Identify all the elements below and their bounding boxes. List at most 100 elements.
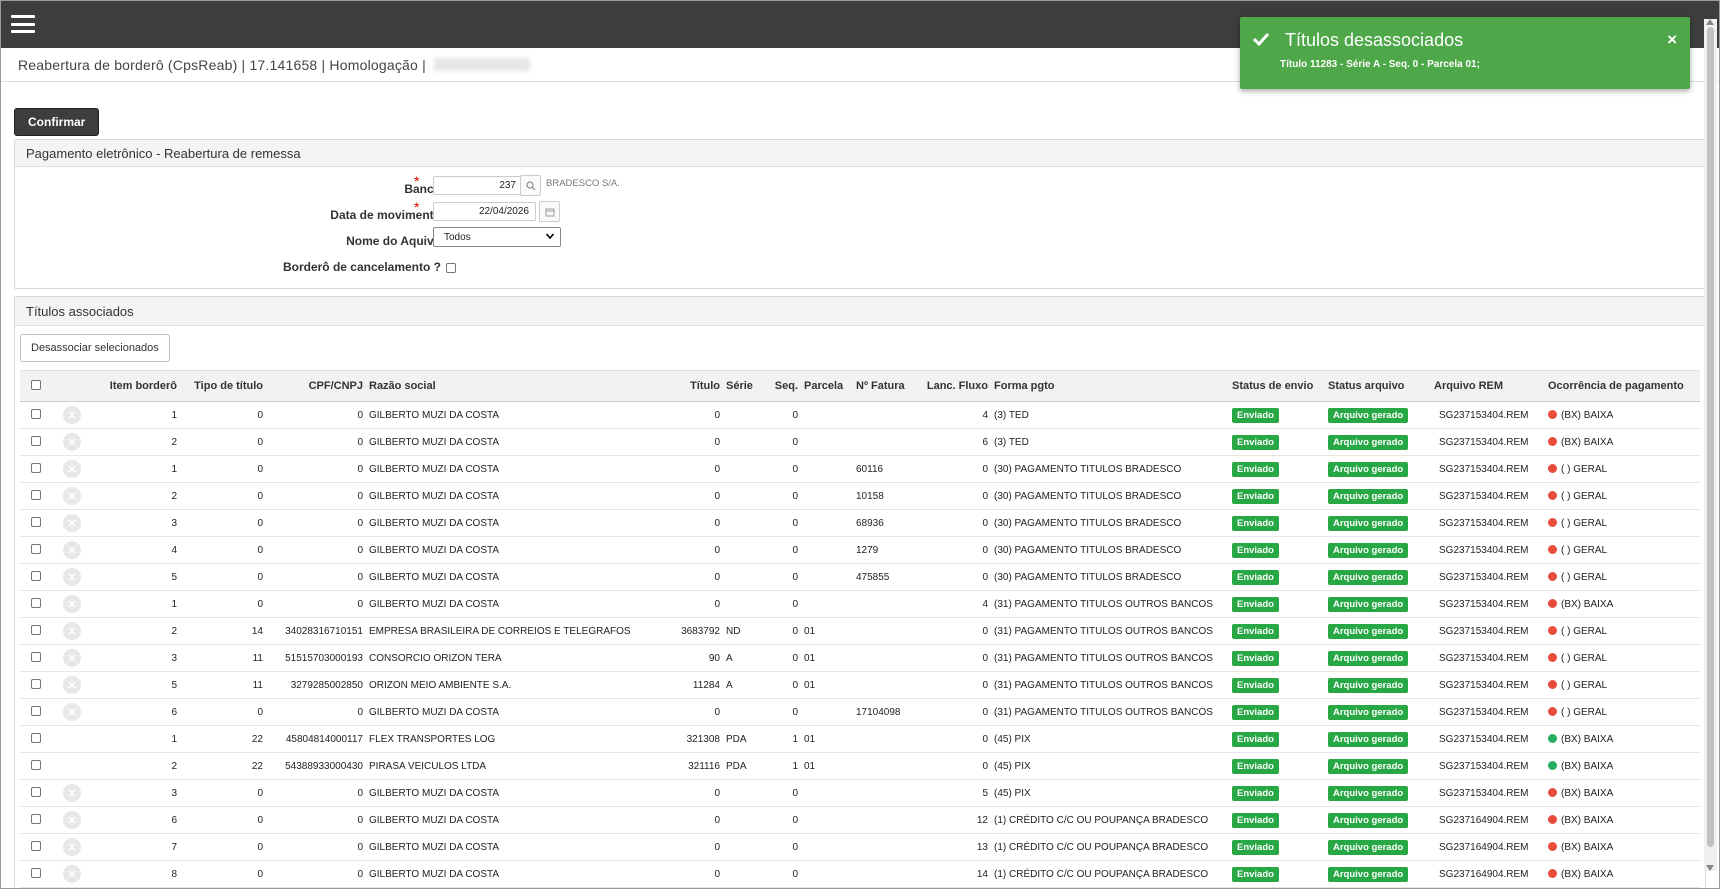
remove-icon[interactable]: ✕ <box>63 838 81 856</box>
row-checkbox[interactable] <box>31 624 41 635</box>
remove-icon[interactable]: ✕ <box>63 865 81 883</box>
table-row: ✕ 3 0 0 GILBERTO MUZI DA COSTA 0 0 5 (45) PIX Env… <box>20 779 1700 807</box>
calendar-icon[interactable] <box>539 201 560 222</box>
scroll-up-arrow-icon[interactable] <box>1706 19 1714 25</box>
cell-seq: 0 <box>765 779 801 807</box>
remove-icon[interactable]: ✕ <box>63 433 81 451</box>
cell-titulo: 321308 <box>657 725 723 753</box>
remove-icon[interactable]: ✕ <box>63 703 81 721</box>
column-header[interactable]: Forma pgto <box>991 370 1229 402</box>
row-checkbox[interactable] <box>31 408 41 419</box>
column-header[interactable]: Lanc. Fluxo <box>919 370 991 402</box>
remove-icon[interactable]: ✕ <box>63 487 81 505</box>
column-header[interactable]: Item borderô <box>88 370 180 402</box>
remove-icon[interactable]: ✕ <box>63 568 81 586</box>
confirm-button[interactable]: Confirmar <box>14 108 100 136</box>
remove-icon[interactable]: ✕ <box>63 649 81 667</box>
column-header[interactable]: Razão social <box>366 370 657 402</box>
status-badge: Enviado <box>1232 596 1279 612</box>
row-checkbox[interactable] <box>31 786 41 797</box>
row-checkbox[interactable] <box>31 759 41 770</box>
cell-tipo: 22 <box>180 752 266 780</box>
column-header[interactable]: Seq. <box>765 370 801 402</box>
row-checkbox[interactable] <box>31 489 41 500</box>
row-checkbox[interactable] <box>31 840 41 851</box>
row-checkbox[interactable] <box>31 435 41 446</box>
column-header[interactable]: Tipo de título <box>180 370 266 402</box>
remove-icon[interactable]: ✕ <box>63 595 81 613</box>
cell-arquivo: Arquivo gerado <box>1325 455 1431 483</box>
disassociate-button[interactable]: Desassociar selecionados <box>20 334 170 362</box>
cancel-checkbox[interactable] <box>446 263 456 273</box>
row-checkbox[interactable] <box>31 651 41 662</box>
cell-seq: 1 <box>765 725 801 753</box>
scroll-down-arrow-icon[interactable] <box>1706 865 1714 871</box>
remove-icon[interactable]: ✕ <box>63 622 81 640</box>
menu-icon[interactable] <box>11 15 35 33</box>
row-checkbox[interactable] <box>31 732 41 743</box>
remove-icon[interactable]: ✕ <box>63 811 81 829</box>
cell-cnpj: 34028316710151 <box>266 617 366 645</box>
remove-icon[interactable]: ✕ <box>63 676 81 694</box>
row-checkbox[interactable] <box>31 813 41 824</box>
cell-envio: Enviado <box>1229 482 1325 510</box>
app-window: Reabertura de borderô (CpsReab) | 17.141… <box>0 0 1720 889</box>
row-checkbox[interactable] <box>31 867 41 878</box>
cell-cnpj: 0 <box>266 455 366 483</box>
row-checkbox[interactable] <box>31 570 41 581</box>
cell-ocorr: (BX) BAIXA <box>1545 806 1700 834</box>
cell-tipo: 0 <box>180 860 266 888</box>
cell-item: 1 <box>88 590 180 618</box>
close-icon[interactable]: × <box>1667 30 1677 50</box>
table-row: ✕ 2 14 34028316710151 EMPRESA BRASILEIRA DE … <box>20 617 1700 645</box>
banco-input[interactable]: 237 <box>433 176 523 195</box>
data-input[interactable]: 22/04/2026 <box>433 202 536 221</box>
remove-icon[interactable]: ✕ <box>63 460 81 478</box>
row-checkbox[interactable] <box>31 705 41 716</box>
search-icon[interactable] <box>520 175 541 196</box>
ocorrencia-text: ( ) GERAL <box>1561 571 1608 583</box>
status-badge: Arquivo gerado <box>1328 839 1409 855</box>
cell-titulo: 0 <box>657 563 723 591</box>
remove-icon[interactable]: ✕ <box>63 541 81 559</box>
cell-tipo: 11 <box>180 671 266 699</box>
vertical-scrollbar[interactable] <box>1704 19 1717 871</box>
remove-icon[interactable]: ✕ <box>63 784 81 802</box>
cell-cnpj: 0 <box>266 779 366 807</box>
row-checkbox[interactable] <box>31 516 41 527</box>
cell-titulo: 3683792 <box>657 617 723 645</box>
cell-ocorr: (BX) BAIXA <box>1545 725 1700 753</box>
cell-seq: 0 <box>765 509 801 537</box>
select-all-checkbox[interactable] <box>31 379 41 390</box>
row-checkbox-cell <box>20 617 52 645</box>
remove-icon[interactable]: ✕ <box>63 514 81 532</box>
cell-envio: Enviado <box>1229 509 1325 537</box>
cell-item: 3 <box>88 779 180 807</box>
ocorrencia-text: (BX) BAIXA <box>1561 814 1614 826</box>
row-action-cell: ✕ <box>52 563 88 591</box>
row-checkbox[interactable] <box>31 678 41 689</box>
row-checkbox[interactable] <box>31 462 41 473</box>
column-header[interactable]: Série <box>723 370 765 402</box>
cell-razao: GILBERTO MUZI DA COSTA <box>366 698 657 726</box>
column-header[interactable]: Status arquivo <box>1325 370 1431 402</box>
cell-envio: Enviado <box>1229 806 1325 834</box>
cell-parcela <box>801 779 853 807</box>
column-header[interactable]: Arquivo REM <box>1431 370 1545 402</box>
arquivo-select[interactable]: Todos <box>433 227 561 247</box>
cell-arquivo: Arquivo gerado <box>1325 401 1431 429</box>
scrollbar-thumb[interactable] <box>1707 27 1714 847</box>
column-header[interactable]: Título <box>657 370 723 402</box>
cell-titulo: 0 <box>657 590 723 618</box>
row-action-cell <box>52 725 88 753</box>
row-checkbox[interactable] <box>31 597 41 608</box>
remove-icon[interactable]: ✕ <box>63 406 81 424</box>
column-header[interactable]: CPF/CNPJ <box>266 370 366 402</box>
column-header[interactable]: Status de envio <box>1229 370 1325 402</box>
column-header[interactable]: Ocorrência de pagamento <box>1545 370 1700 402</box>
status-badge: Arquivo gerado <box>1328 812 1409 828</box>
column-header[interactable]: Parcela <box>801 370 853 402</box>
column-header[interactable]: Nº Fatura <box>853 370 919 402</box>
row-checkbox[interactable] <box>31 543 41 554</box>
cell-ocorr: (BX) BAIXA <box>1545 779 1700 807</box>
